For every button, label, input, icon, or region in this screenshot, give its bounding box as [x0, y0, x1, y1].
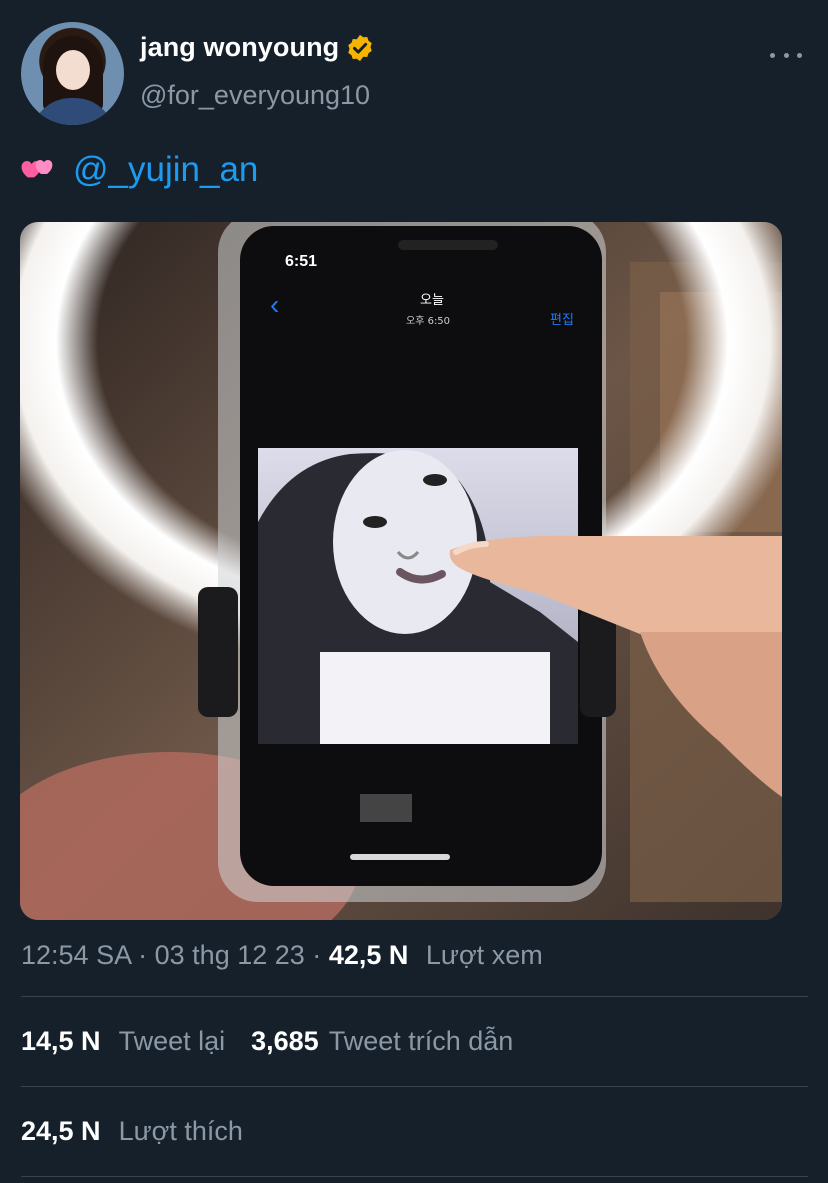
edit-label: 편집 — [550, 313, 574, 328]
quotes-label[interactable]: Tweet trích dẫn — [329, 1026, 514, 1057]
avatar-face — [56, 50, 90, 90]
meta-separator: · — [138, 940, 148, 970]
views-count: 42,5 N — [328, 940, 409, 970]
likes-stats-row: 24,5 N Lượt thích — [21, 1116, 269, 1147]
likes-count[interactable]: 24,5 N — [21, 1116, 101, 1147]
album-time: 오후 6:50 — [406, 315, 450, 327]
two-hearts-icon — [21, 160, 53, 178]
svg-text:‹: ‹ — [270, 289, 279, 320]
tweet-meta: 12:54 SA · 03 thg 12 23 · 42,5 N Lượt xe… — [21, 940, 543, 971]
dot — [797, 52, 802, 58]
album-title: 오늘 — [420, 293, 444, 308]
phone-clock: 6:51 — [285, 253, 317, 270]
photo-illustration: 6:51 ‹ 오늘 오후 6:50 편집 — [20, 222, 782, 920]
divider — [21, 1176, 808, 1177]
retweets-label[interactable]: Tweet lại — [119, 1026, 226, 1057]
mention-link[interactable]: @_yujin_an — [73, 150, 258, 190]
divider — [21, 1086, 808, 1087]
likes-label[interactable]: Lượt thích — [119, 1116, 243, 1147]
meta-separator: · — [312, 940, 322, 970]
more-options-icon[interactable] — [770, 42, 802, 68]
tweet-text: @_yujin_an — [21, 150, 258, 190]
quotes-count[interactable]: 3,685 — [251, 1026, 319, 1057]
dot — [783, 52, 789, 58]
verified-badge-icon — [348, 34, 373, 61]
retweet-stats-row: 14,5 N Tweet lại 3,685 Tweet trích dẫn — [21, 1026, 539, 1057]
tweet-date[interactable]: 03 thg 12 23 — [155, 940, 305, 970]
retweets-count[interactable]: 14,5 N — [21, 1026, 101, 1057]
dot — [770, 52, 775, 58]
avatar[interactable] — [21, 22, 124, 125]
tweet-time[interactable]: 12:54 SA — [21, 940, 131, 970]
divider — [21, 996, 808, 997]
author-name-row[interactable]: jang wonyoung — [140, 32, 375, 63]
author-handle[interactable]: @for_everyoung10 — [140, 80, 370, 111]
display-name[interactable]: jang wonyoung — [140, 32, 339, 63]
tweet-photo[interactable]: 6:51 ‹ 오늘 오후 6:50 편집 — [20, 222, 782, 920]
views-label: Lượt xem — [425, 940, 543, 970]
